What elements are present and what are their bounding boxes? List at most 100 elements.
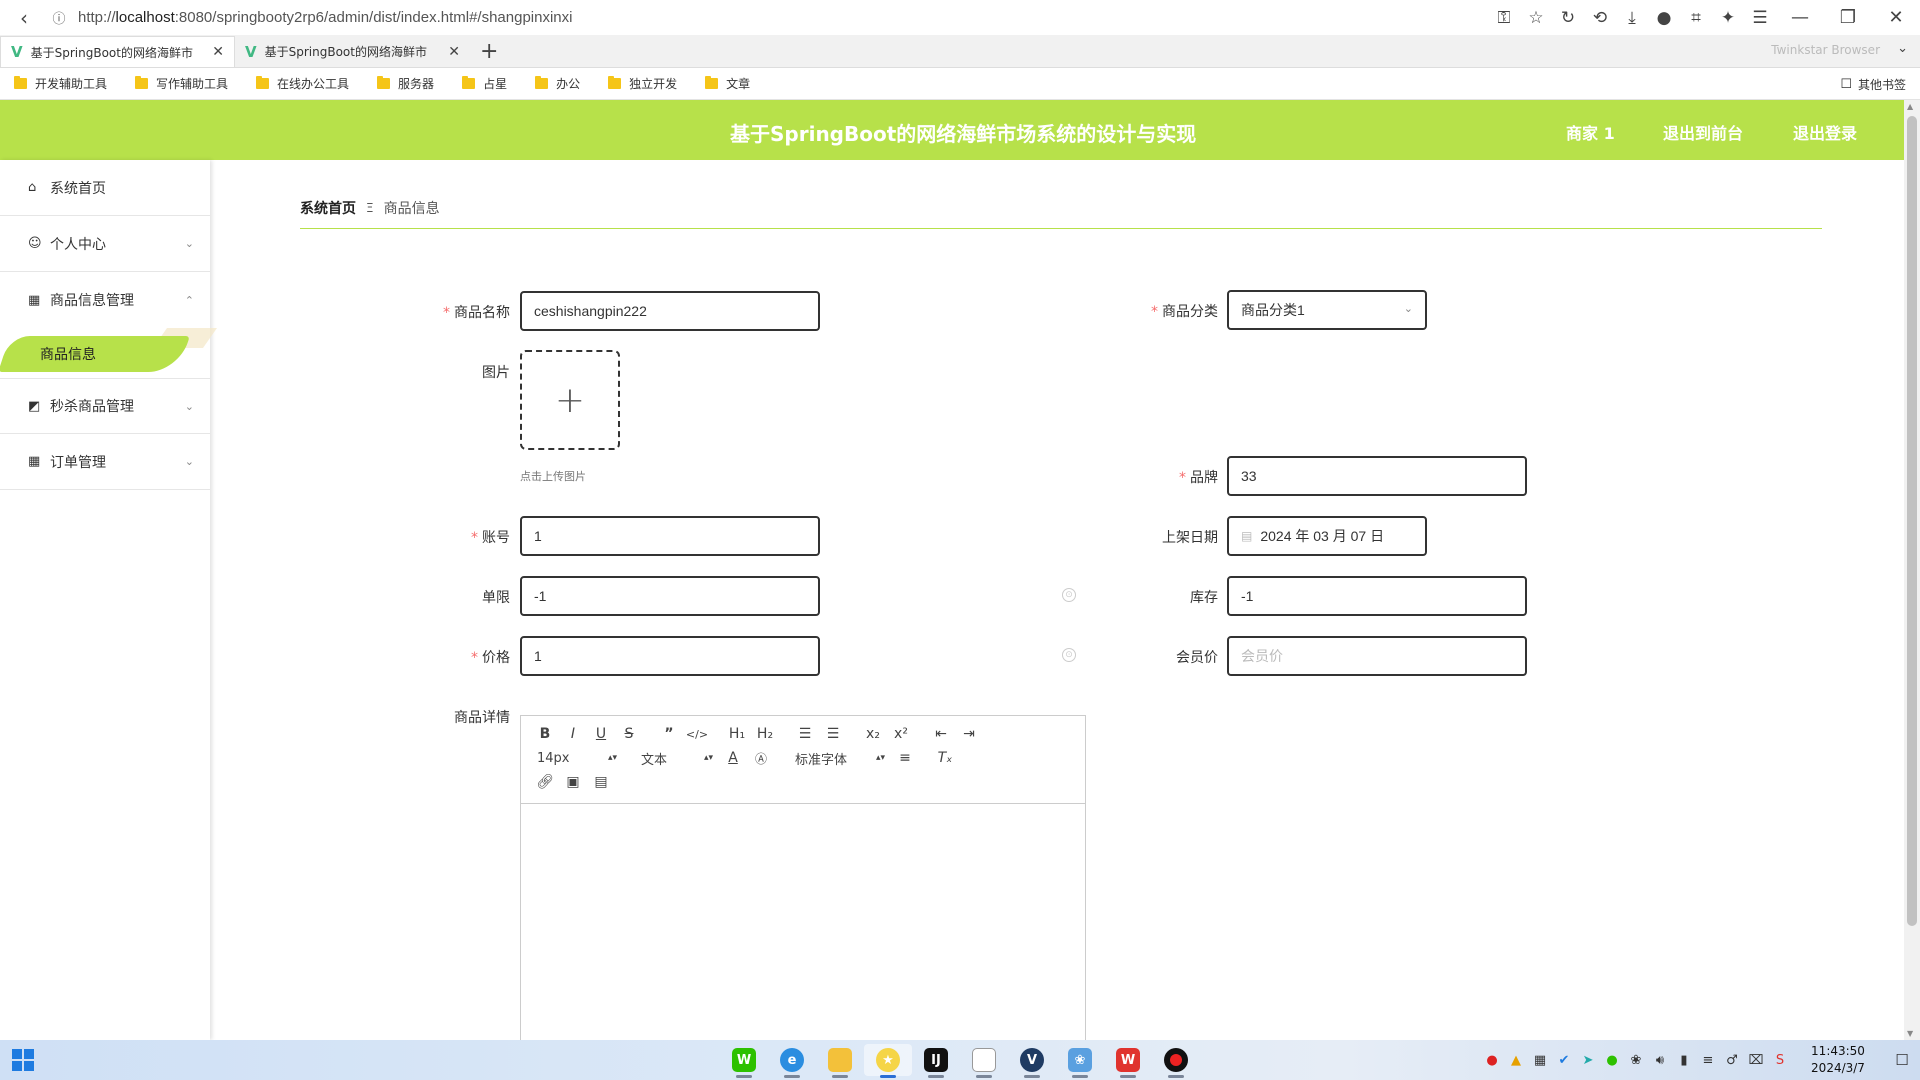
notification-icon[interactable]: ☐	[1884, 1051, 1920, 1069]
listing-date-picker[interactable]: ▤ 2024 年 03 月 07 日	[1227, 516, 1427, 556]
underline-icon[interactable]: U	[587, 726, 615, 742]
star-icon[interactable]: ☆	[1520, 0, 1552, 35]
sidebar-item-home[interactable]: ⌂ 系统首页	[0, 160, 210, 216]
bookmark-folder[interactable]: 服务器	[377, 75, 434, 92]
brand-input[interactable]: 33	[1227, 456, 1527, 496]
crop-icon[interactable]: ⌗	[1680, 0, 1712, 35]
bookmark-folder[interactable]: 占星	[462, 75, 507, 92]
reload-icon[interactable]: ↻	[1552, 0, 1584, 35]
chevron-down-icon[interactable]: ⌄	[1897, 41, 1908, 56]
browser-tab-2[interactable]: V 基于SpringBoot的网络海鲜市 ✕	[235, 36, 470, 67]
minimize-icon[interactable]: —	[1776, 0, 1824, 35]
clock[interactable]: 11:43:50 2024/3/7	[1798, 1043, 1878, 1077]
other-bookmarks[interactable]: ☐ 其他书签	[1840, 76, 1906, 93]
wifi-icon[interactable]: ≡	[1696, 1053, 1720, 1068]
video-icon[interactable]: ▤	[587, 774, 615, 790]
wps-app[interactable]: W	[1104, 1044, 1152, 1078]
windows-start-icon[interactable]	[12, 1049, 34, 1071]
bookmark-folder[interactable]: 写作辅助工具	[135, 75, 228, 92]
font-color-icon[interactable]: A	[719, 750, 747, 766]
sidebar-item-product-management[interactable]: ▦ 商品信息管理 ⌃	[0, 272, 210, 328]
tab-close-icon[interactable]: ✕	[212, 44, 224, 60]
user-name[interactable]: 商家 1	[1566, 120, 1615, 144]
exit-to-front-link[interactable]: 退出到前台	[1663, 120, 1743, 144]
bookmark-folder[interactable]: 独立开发	[608, 75, 677, 92]
volume-icon[interactable]: 🔊︎	[1648, 1053, 1672, 1068]
sidebar-item-personal-center[interactable]: ☺ 个人中心 ⌄	[0, 216, 210, 272]
clear-format-icon[interactable]: Tₓ	[931, 750, 959, 766]
logout-link[interactable]: 退出登录	[1793, 120, 1857, 144]
bookmark-folder[interactable]: 在线办公工具	[256, 75, 349, 92]
wechat-tray-icon[interactable]: ●	[1600, 1053, 1624, 1068]
ordered-list-icon[interactable]: ☰	[791, 726, 819, 742]
image-icon[interactable]: ▣	[559, 774, 587, 790]
bookmark-folder[interactable]: 办公	[535, 75, 580, 92]
subscript-icon[interactable]: x₂	[859, 726, 887, 742]
sidebar-subitem-product-info[interactable]: 商品信息	[0, 328, 218, 378]
download-icon[interactable]: ⤓	[1616, 0, 1648, 35]
grid-tray-icon[interactable]: ▦	[1528, 1053, 1552, 1068]
link-icon[interactable]: 🔗︎	[531, 774, 559, 790]
blockquote-icon[interactable]: ”	[655, 726, 683, 742]
align-icon[interactable]: ≡	[891, 750, 919, 766]
bookmark-folder[interactable]: 开发辅助工具	[14, 75, 107, 92]
file-explorer-app[interactable]	[816, 1044, 864, 1078]
price-input[interactable]: 1	[520, 636, 820, 676]
restore-icon[interactable]: ❐	[1824, 0, 1872, 35]
bookmark-folder[interactable]: 文章	[705, 75, 750, 92]
code-icon[interactable]: </>	[683, 728, 711, 741]
font-family-select[interactable]: 标准字体 ▴▾	[781, 749, 891, 768]
format-select[interactable]: 文本 ▴▾	[627, 749, 719, 768]
italic-icon[interactable]: I	[559, 726, 587, 742]
check-tray-icon[interactable]: ✔	[1552, 1053, 1576, 1068]
recorder-app[interactable]	[1152, 1044, 1200, 1078]
battery-icon[interactable]: ▮	[1672, 1053, 1696, 1068]
indent-icon[interactable]: ⇥	[955, 726, 983, 742]
limit-input[interactable]: -1	[520, 576, 820, 616]
avatar-icon[interactable]: ●	[1648, 0, 1680, 35]
extension-icon[interactable]: ✦	[1712, 0, 1744, 35]
url-field[interactable]: http://localhost:8080/springbooty2rp6/ad…	[78, 9, 572, 26]
font-size-select[interactable]: 14px ▴▾	[531, 751, 623, 766]
app-tray-icon[interactable]: ▲	[1504, 1053, 1528, 1068]
heading2-icon[interactable]: H₂	[751, 726, 779, 742]
sidebar-item-flash-sale[interactable]: ◩ 秒杀商品管理 ⌄	[0, 378, 210, 434]
close-window-icon[interactable]: ✕	[1872, 0, 1920, 35]
bold-icon[interactable]: B	[531, 726, 559, 742]
menu-icon[interactable]: ☰	[1744, 0, 1776, 35]
new-tab-icon[interactable]: +	[480, 39, 498, 64]
scroll-down-icon[interactable]: ▼	[1907, 1029, 1913, 1038]
heading1-icon[interactable]: H₁	[723, 726, 751, 742]
history-icon[interactable]: ⟲	[1584, 0, 1616, 35]
editor-content-area[interactable]	[521, 804, 1085, 1044]
strike-icon[interactable]: S	[615, 726, 643, 742]
category-select[interactable]: 商品分类1 ⌄	[1227, 290, 1427, 330]
wps-tray-icon[interactable]: S	[1768, 1053, 1792, 1068]
image-uploader[interactable]: +	[520, 350, 620, 450]
vertical-scrollbar[interactable]: ▲ ▼	[1904, 100, 1920, 1040]
twinkstar-app[interactable]: ★	[864, 1044, 912, 1078]
scrollbar-thumb[interactable]	[1907, 116, 1917, 926]
member-price-input[interactable]: 会员价	[1227, 636, 1527, 676]
network-app[interactable]: ❀	[1056, 1044, 1104, 1078]
tab-close-icon[interactable]: ✕	[448, 44, 460, 60]
network-tray-icon[interactable]: ❀	[1624, 1053, 1648, 1068]
info-icon[interactable]: ⓘ	[48, 7, 70, 29]
notepad-app[interactable]	[960, 1044, 1008, 1078]
account-input[interactable]: 1	[520, 516, 820, 556]
browser-tab-1[interactable]: V 基于SpringBoot的网络海鲜市 ✕	[0, 36, 235, 67]
background-color-icon[interactable]: Ⓐ	[747, 750, 775, 767]
product-name-input[interactable]: ceshishangpin222	[520, 291, 820, 331]
send-tray-icon[interactable]: ➤	[1576, 1053, 1600, 1068]
record-tray-icon[interactable]: ●	[1480, 1053, 1504, 1068]
superscript-icon[interactable]: x²	[887, 726, 915, 742]
intellij-app[interactable]: IJ	[912, 1044, 960, 1078]
wechat-app[interactable]: W	[720, 1044, 768, 1078]
back-arrow-icon[interactable]: ‹	[0, 6, 48, 30]
stock-input[interactable]: -1	[1227, 576, 1527, 616]
vue-app[interactable]: V	[1008, 1044, 1056, 1078]
breadcrumb-home[interactable]: 系统首页	[300, 198, 356, 218]
outdent-icon[interactable]: ⇤	[927, 726, 955, 742]
bullet-list-icon[interactable]: ☰	[819, 726, 847, 742]
scroll-up-icon[interactable]: ▲	[1907, 102, 1913, 111]
